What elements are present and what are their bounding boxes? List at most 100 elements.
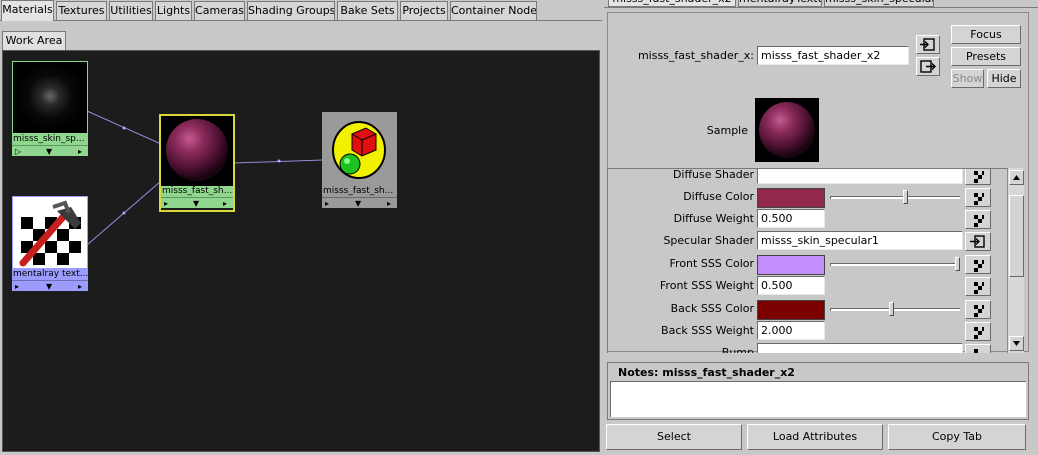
connected-map-button[interactable]	[965, 232, 991, 251]
map-button[interactable]	[965, 344, 991, 353]
map-button[interactable]	[965, 255, 991, 274]
front-sss-color-swatch[interactable]	[757, 255, 825, 275]
tab-cameras[interactable]: Cameras	[194, 1, 245, 20]
tab-container-nodes[interactable]: Container Nodes	[450, 1, 537, 20]
back-sss-color-swatch[interactable]	[757, 300, 825, 320]
attr-row-front-sss-weight: Front SSS Weight 0.500	[608, 275, 1011, 297]
tab-shading-groups[interactable]: Shading Groups	[247, 1, 335, 20]
node-swatch	[322, 112, 397, 186]
front-sss-color-slider-thumb[interactable]	[955, 257, 960, 271]
diffuse-color-slider-thumb[interactable]	[903, 190, 908, 204]
node-ports: ▸ ▼ ▸	[161, 197, 233, 208]
map-button[interactable]	[965, 322, 991, 341]
node-name: misss_fast_sh...	[322, 186, 397, 197]
diffuse-weight-field[interactable]: 0.500	[757, 209, 825, 228]
diffuse-color-slider[interactable]	[830, 196, 960, 199]
diffuse-color-swatch[interactable]	[757, 188, 825, 208]
input-connections-button[interactable]	[916, 35, 940, 54]
map-button[interactable]	[965, 188, 991, 207]
tab-work-area[interactable]: Work Area	[2, 31, 66, 51]
attribute-editor: misss_fast_shader_x2 mentalrayTexture3 m…	[604, 0, 1038, 455]
expand-port-icon[interactable]: ▼	[193, 198, 199, 209]
expand-port-icon[interactable]: ▼	[355, 198, 361, 209]
load-attributes-button[interactable]: Load Attributes	[747, 424, 883, 450]
attr-row-bump: Bump	[608, 342, 1011, 353]
input-port-icon[interactable]: ▸	[15, 281, 19, 292]
node-name: misss_skin_sp...	[12, 134, 88, 145]
node-mentalray-texture[interactable]: mentalray text... ▸ ▼ ▸	[12, 196, 88, 292]
node-shading-group[interactable]: misss_fast_sh... ▸ ▼ ▸	[322, 112, 397, 210]
scroll-up-button[interactable]	[1009, 170, 1024, 185]
presets-button[interactable]: Presets	[951, 47, 1021, 66]
tab-projects[interactable]: Projects	[400, 1, 448, 20]
input-port-icon[interactable]: ▷	[15, 146, 21, 157]
node-misss-fast-shader[interactable]: misss_fast_sh... ▸ ▼ ▸	[159, 114, 235, 212]
attr-label: Diffuse Color	[683, 190, 754, 203]
scroll-thumb[interactable]	[1009, 195, 1024, 277]
output-port-icon[interactable]: ▸	[78, 146, 82, 157]
front-sss-color-slider[interactable]	[830, 263, 960, 266]
node-misss-skin-specular[interactable]: misss_skin_sp... ▷ ▼ ▸	[12, 61, 88, 157]
notes-textarea[interactable]	[610, 381, 1026, 417]
work-area-canvas[interactable]: misss_skin_sp... ▷ ▼ ▸ mentalray text...…	[2, 50, 600, 452]
scroll-down-button[interactable]	[1009, 336, 1024, 351]
map-button[interactable]	[965, 210, 991, 229]
checker-map-icon	[974, 260, 984, 272]
node-name-label: misss_fast_shader_x:	[637, 49, 754, 62]
map-button[interactable]	[965, 300, 991, 319]
back-sss-weight-field[interactable]: 2.000	[757, 321, 825, 340]
focus-button[interactable]: Focus	[951, 25, 1021, 44]
expand-port-icon[interactable]: ▼	[46, 146, 52, 157]
node-ports: ▸ ▼ ▸	[322, 197, 397, 208]
attr-row-diffuse-weight: Diffuse Weight 0.500	[608, 208, 1011, 230]
tab-bake-sets[interactable]: Bake Sets	[337, 1, 398, 20]
tab-materials[interactable]: Materials	[1, 0, 54, 21]
output-connections-button[interactable]	[916, 57, 940, 76]
back-sss-color-slider-thumb[interactable]	[889, 302, 894, 316]
node-ports: ▷ ▼ ▸	[12, 145, 88, 156]
shader-sphere-icon	[161, 116, 233, 186]
diffuse-shader-field[interactable]	[757, 169, 963, 184]
output-connections-icon	[920, 60, 936, 73]
tab-misss-skin-specular[interactable]: misss_skin_specular1	[824, 0, 934, 7]
attr-row-diffuse-color: Diffuse Color	[608, 186, 1011, 208]
input-port-icon[interactable]: ▸	[325, 198, 329, 209]
checker-map-icon	[974, 282, 984, 294]
node-name-field[interactable]: misss_fast_shader_x2	[757, 46, 909, 65]
tab-mentalray-texture[interactable]: mentalrayTexture3	[738, 0, 822, 7]
attr-row-back-sss-weight: Back SSS Weight 2.000	[608, 320, 1011, 342]
node-swatch	[12, 196, 88, 269]
input-port-icon[interactable]: ▸	[164, 198, 168, 209]
bump-field[interactable]	[757, 343, 963, 353]
arrow-up-icon	[1013, 175, 1020, 180]
sample-swatch[interactable]	[755, 98, 819, 162]
select-button[interactable]: Select	[606, 424, 742, 450]
specular-shader-field[interactable]: misss_skin_specular1	[757, 231, 963, 250]
attr-label: Front SSS Color	[669, 257, 754, 270]
front-sss-weight-field[interactable]: 0.500	[757, 276, 825, 295]
output-port-icon[interactable]: ▸	[223, 198, 227, 209]
tab-lights[interactable]: Lights	[155, 1, 192, 20]
connection-arrow-icon	[970, 235, 985, 248]
output-port-icon[interactable]: ▸	[78, 281, 82, 292]
map-button[interactable]	[965, 277, 991, 296]
attribute-list-scrollbar[interactable]	[1007, 168, 1024, 353]
hypershade-tab-bar: Materials Textures Utilities Lights Came…	[0, 0, 602, 21]
show-button[interactable]: Show	[951, 69, 984, 88]
output-port-icon[interactable]: ▸	[387, 198, 391, 209]
back-sss-color-slider[interactable]	[830, 308, 960, 311]
node-name: mentalray text...	[12, 269, 88, 280]
attr-label: Bump	[721, 346, 754, 353]
hide-button[interactable]: Hide	[987, 69, 1021, 88]
tab-textures[interactable]: Textures	[56, 1, 107, 20]
node-name: misss_fast_sh...	[161, 186, 233, 197]
tab-utilities[interactable]: Utilities	[109, 1, 153, 20]
copy-tab-button[interactable]: Copy Tab	[888, 424, 1026, 450]
tab-misss-fast-shader[interactable]: misss_fast_shader_x2	[608, 0, 736, 7]
attribute-list[interactable]: Diffuse Shader Diffuse Color Diffuse Wei…	[607, 168, 1011, 353]
checker-map-icon	[974, 349, 978, 353]
expand-port-icon[interactable]: ▼	[46, 281, 52, 292]
attr-label: Front SSS Weight	[659, 279, 754, 292]
map-button[interactable]	[965, 169, 991, 185]
checker-map-icon	[974, 327, 984, 339]
